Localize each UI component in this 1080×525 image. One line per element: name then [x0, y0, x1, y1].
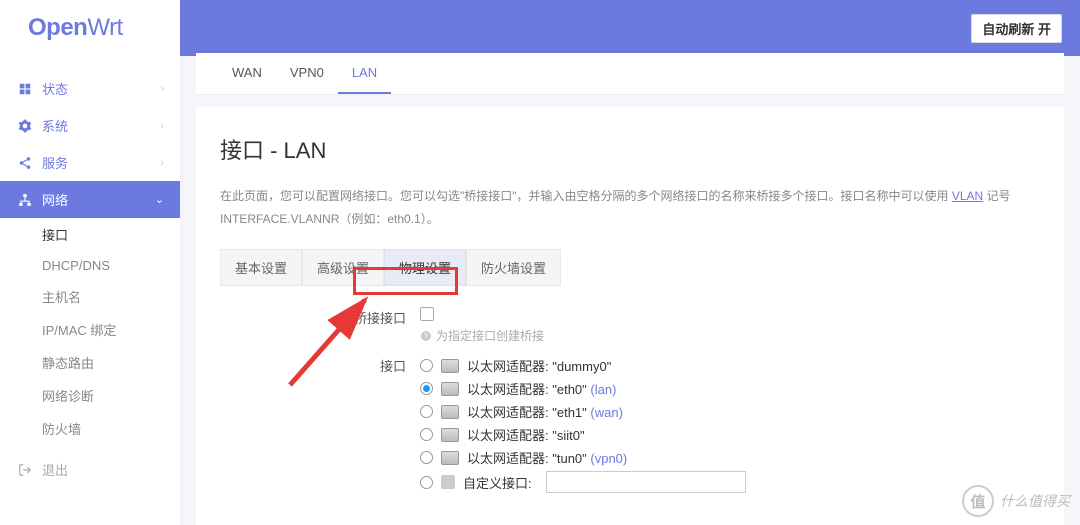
iface-option-dummy0[interactable]: 以太网适配器: "dummy0": [420, 354, 1040, 377]
sidebar-label: 服务: [42, 153, 68, 172]
bridge-label: 桥接接口: [220, 306, 420, 327]
network-icon: [18, 193, 32, 207]
nic-icon: [441, 382, 459, 396]
watermark: 值 什么值得买: [962, 485, 1070, 517]
autorefresh-toggle[interactable]: 自动刷新 开: [971, 14, 1062, 43]
iface-option-eth1[interactable]: 以太网适配器: "eth1" (wan): [420, 400, 1040, 423]
bridge-row: 桥接接口 ? 为指定接口创建桥接: [220, 306, 1040, 345]
sidebar-sub-firewall[interactable]: 防火墙: [0, 412, 180, 445]
tab-lan[interactable]: LAN: [338, 53, 391, 94]
sidebar-item-services[interactable]: 服务 ›: [0, 144, 180, 181]
watermark-badge: 值: [962, 485, 994, 517]
svg-text:?: ?: [424, 333, 428, 340]
chevron-right-icon: ›: [160, 157, 164, 169]
tab-wan[interactable]: WAN: [218, 53, 276, 94]
nic-icon: [441, 359, 459, 373]
iface-option-eth0[interactable]: 以太网适配器: "eth0" (lan): [420, 377, 1040, 400]
interface-row: 接口 以太网适配器: "dummy0" 以太网适配器: "eth0" (lan)…: [220, 354, 1040, 495]
sidebar-sub-staticroutes[interactable]: 静态路由: [0, 346, 180, 379]
iface-option-tun0[interactable]: 以太网适配器: "tun0" (vpn0): [420, 446, 1040, 469]
chevron-right-icon: ›: [160, 120, 164, 132]
sidebar: 状态 › 系统 › 服务 › 网络 ⌄ 接口 DHCP/DNS 主机名 IP/M…: [0, 0, 180, 525]
vlan-link[interactable]: VLAN: [952, 189, 983, 203]
page-description: 在此页面，您可以配置网络接口。您可以勾选"桥接接口"，并输入由空格分隔的多个网络…: [220, 185, 1040, 231]
bridge-hint: ? 为指定接口创建桥接: [420, 327, 1040, 344]
sidebar-sub-hostnames[interactable]: 主机名: [0, 280, 180, 313]
chevron-down-icon: ⌄: [155, 193, 164, 206]
subtab-physical[interactable]: 物理设置: [384, 249, 466, 286]
sidebar-label: 状态: [42, 79, 68, 98]
iface-option-custom[interactable]: 自定义接口:: [420, 469, 1040, 495]
custom-interface-input[interactable]: [546, 471, 746, 493]
interface-tabs: WAN VPN0 LAN: [196, 53, 1064, 95]
dashboard-icon: [18, 82, 32, 96]
logo: OpenWrt: [28, 14, 123, 42]
sidebar-sub-interfaces[interactable]: 接口: [0, 218, 180, 251]
watermark-text: 什么值得买: [1000, 491, 1070, 511]
nic-icon: [441, 428, 459, 442]
sidebar-item-system[interactable]: 系统 ›: [0, 107, 180, 144]
sidebar-item-network[interactable]: 网络 ⌄: [0, 181, 180, 218]
sidebar-label: 系统: [42, 116, 68, 135]
sidebar-sub-dhcpdns[interactable]: DHCP/DNS: [0, 251, 180, 280]
sidebar-sub-diagnostics[interactable]: 网络诊断: [0, 379, 180, 412]
app-root: OpenWrt 自动刷新 开 状态 › 系统 › 服务 › 网络 ⌄ 接口 DH…: [0, 0, 1080, 525]
nic-icon: [441, 451, 459, 465]
tab-vpn0[interactable]: VPN0: [276, 53, 338, 94]
logout-icon: [18, 463, 32, 477]
sidebar-item-status[interactable]: 状态 ›: [0, 70, 180, 107]
subtab-firewall[interactable]: 防火墙设置: [466, 249, 561, 286]
page-title: 接口 - LAN: [220, 133, 1040, 165]
share-icon: [18, 156, 32, 170]
bridge-checkbox[interactable]: [420, 307, 434, 321]
portrait-icon: [441, 475, 455, 489]
interface-options: 以太网适配器: "dummy0" 以太网适配器: "eth0" (lan) 以太…: [420, 354, 1040, 495]
subtab-basic[interactable]: 基本设置: [220, 249, 302, 286]
config-panel: 接口 - LAN 在此页面，您可以配置网络接口。您可以勾选"桥接接口"，并输入由…: [196, 107, 1064, 525]
gear-icon: [18, 119, 32, 133]
main-content: WAN VPN0 LAN 接口 - LAN 在此页面，您可以配置网络接口。您可以…: [180, 0, 1080, 525]
iface-option-siit0[interactable]: 以太网适配器: "siit0": [420, 423, 1040, 446]
settings-tabs: 基本设置 高级设置 物理设置 防火墙设置: [220, 249, 1040, 286]
nic-icon: [441, 405, 459, 419]
subtab-advanced[interactable]: 高级设置: [302, 249, 384, 286]
sidebar-item-logout[interactable]: 退出: [0, 451, 180, 488]
chevron-right-icon: ›: [160, 83, 164, 95]
interface-label: 接口: [220, 354, 420, 375]
sidebar-sub-ipmac[interactable]: IP/MAC 绑定: [0, 313, 180, 346]
sidebar-label: 网络: [42, 190, 68, 209]
info-icon: ?: [420, 330, 432, 342]
sidebar-label: 退出: [42, 460, 68, 479]
